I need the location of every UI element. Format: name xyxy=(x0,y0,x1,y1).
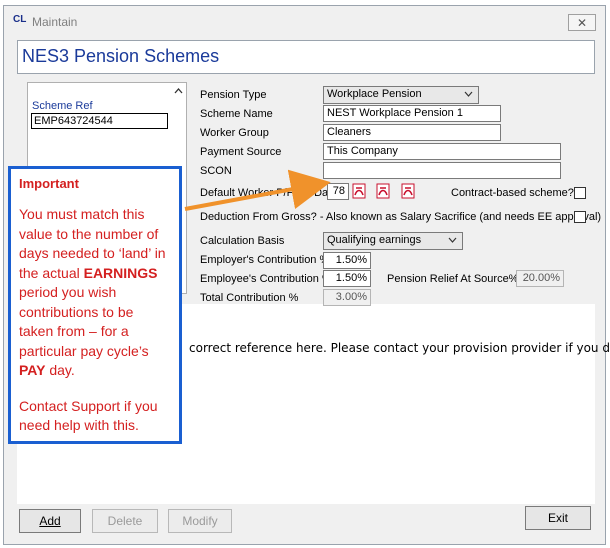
scheme-name-field[interactable]: NEST Workplace Pension 1 xyxy=(323,105,501,122)
calc-basis-select[interactable]: Qualifying earnings xyxy=(323,232,463,250)
modify-button-label: Modify xyxy=(182,514,218,528)
pdf-icon[interactable] xyxy=(401,183,415,199)
page-title: NES3 Pension Schemes xyxy=(22,46,220,66)
pension-type-label: Pension Type xyxy=(200,89,267,101)
chevron-down-icon xyxy=(464,87,473,104)
total-contrib-field: 3.00% xyxy=(323,289,371,306)
exit-button-label: Exit xyxy=(547,511,568,525)
deduction-label: Deduction From Gross? - Also known as Sa… xyxy=(200,211,602,223)
scheme-ref-label: Scheme Ref xyxy=(32,100,93,112)
employee-contrib-label: Employee's Contribution % xyxy=(200,273,332,285)
scheme-name-label: Scheme Name xyxy=(200,108,273,120)
default-days-label: Default Worker P/Pcns Day xyxy=(200,187,334,199)
note-support: Contact Support if you need help with th… xyxy=(19,397,158,434)
pdf-icon[interactable] xyxy=(352,183,366,199)
calc-basis-label: Calculation Basis xyxy=(200,235,285,247)
calc-basis-value: Qualifying earnings xyxy=(327,234,422,246)
exit-button[interactable]: Exit xyxy=(525,506,591,530)
note-title: Important xyxy=(19,176,79,191)
delete-button[interactable]: Delete xyxy=(92,509,158,533)
pension-type-select[interactable]: Workplace Pension xyxy=(323,86,479,104)
contract-based-label: Contract-based scheme? xyxy=(451,187,574,199)
employer-contrib-field[interactable]: 1.50% xyxy=(323,252,371,269)
add-button[interactable]: Add xyxy=(19,509,81,533)
note-pay: PAY xyxy=(19,362,46,378)
title-bar: CL Maintain ✕ xyxy=(4,6,605,36)
employee-contrib-field[interactable]: 1.50% xyxy=(323,270,371,287)
payment-source-field[interactable]: This Company xyxy=(323,143,561,160)
note-body-text-3: day. xyxy=(45,362,75,378)
deduction-checkbox[interactable] xyxy=(574,211,586,223)
scroll-up-icon[interactable] xyxy=(174,86,183,97)
contract-based-checkbox[interactable] xyxy=(574,187,586,199)
list-item[interactable]: EMP643724544 xyxy=(31,113,168,129)
chevron-down-icon xyxy=(448,233,457,250)
pension-type-value: Workplace Pension xyxy=(327,88,422,100)
app-icon: CL xyxy=(13,14,27,25)
note-earnings: EARNINGS xyxy=(83,264,158,281)
note-body-text-2: period you wish contributions to be take… xyxy=(19,284,149,359)
pension-relief-label: Pension Relief At Source% xyxy=(387,273,519,285)
scon-field[interactable] xyxy=(323,162,561,179)
close-button[interactable]: ✕ xyxy=(568,14,596,31)
scon-label: SCON xyxy=(200,165,232,177)
payment-source-label: Payment Source xyxy=(200,146,282,158)
total-contrib-label: Total Contribution % xyxy=(200,292,299,304)
window-title: Maintain xyxy=(32,15,78,29)
default-days-field[interactable]: 78 xyxy=(327,183,349,200)
modify-button[interactable]: Modify xyxy=(168,509,232,533)
note-body: You must match this value to the number … xyxy=(19,205,171,381)
delete-button-label: Delete xyxy=(107,514,143,528)
close-icon: ✕ xyxy=(576,15,588,30)
pdf-icon[interactable] xyxy=(376,183,390,199)
important-note: Important You must match this value to t… xyxy=(8,166,182,444)
pension-relief-field: 20.00% xyxy=(516,270,564,287)
worker-group-label: Worker Group xyxy=(200,127,269,139)
add-button-label: Add xyxy=(39,514,61,528)
header-panel: NES3 Pension Schemes xyxy=(17,40,595,74)
employer-contrib-label: Employer's Contribution % xyxy=(200,254,330,266)
worker-group-field[interactable]: Cleaners xyxy=(323,124,501,141)
info-message: correct reference here. Please contact y… xyxy=(189,341,610,355)
